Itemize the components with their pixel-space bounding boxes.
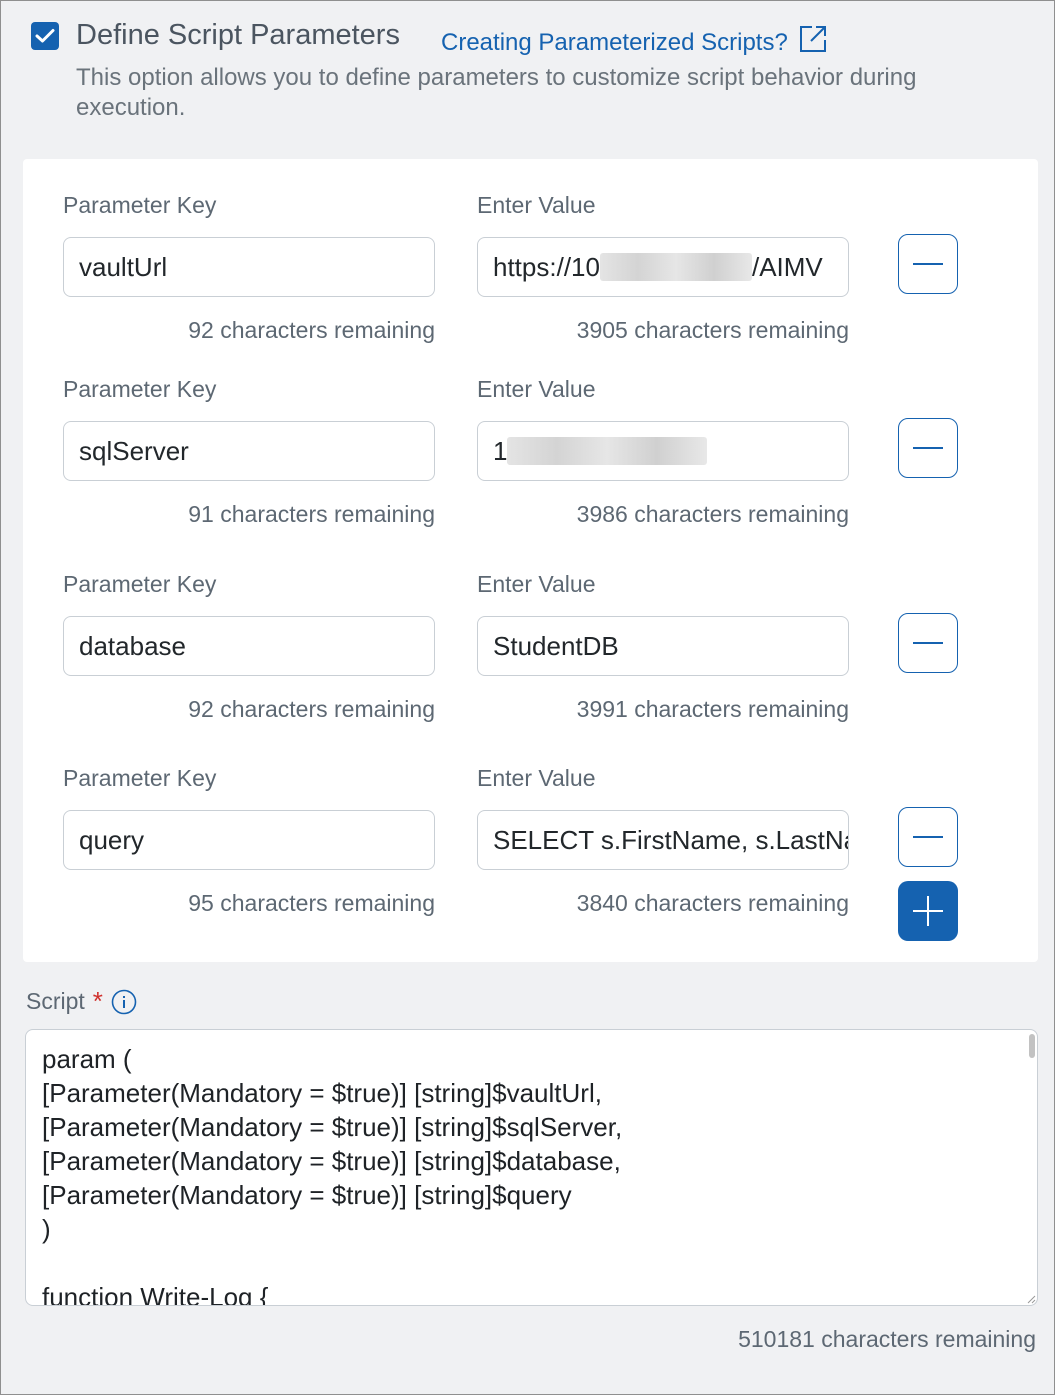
parameter-value-prefix: StudentDB <box>493 630 619 661</box>
parameter-key-label: Parameter Key <box>63 765 217 791</box>
script-content: param ( [Parameter(Mandatory = $true)] [… <box>42 1044 623 1306</box>
parameter-key-label: Parameter Key <box>63 192 217 218</box>
required-marker: * <box>92 986 103 1016</box>
key-characters-remaining: 95 characters remaining <box>188 890 435 916</box>
add-parameter-button[interactable] <box>898 881 958 941</box>
info-icon[interactable] <box>111 989 137 1015</box>
parameter-key-input[interactable]: query <box>63 810 435 870</box>
parameter-key-value: query <box>79 824 145 855</box>
redacted-value <box>599 253 752 281</box>
parameter-key-input[interactable]: database <box>63 616 435 676</box>
parameter-key-value: sqlServer <box>79 435 189 466</box>
parameter-value-suffix: /AIMV <box>751 251 823 282</box>
key-characters-remaining: 91 characters remaining <box>188 501 435 527</box>
plus-icon <box>913 896 943 926</box>
parameter-key-label: Parameter Key <box>63 376 217 402</box>
value-characters-remaining: 3905 characters remaining <box>576 317 849 343</box>
script-editor[interactable]: param ( [Parameter(Mandatory = $true)] [… <box>25 1029 1038 1306</box>
parameter-value-prefix: SELECT s.FirstName, s.LastName <box>493 824 848 855</box>
define-parameters-checkbox[interactable] <box>31 22 59 50</box>
parameter-value-label: Enter Value <box>477 571 596 597</box>
parameter-value-label: Enter Value <box>477 765 596 791</box>
parameter-key-input[interactable]: vaultUrl <box>63 237 435 297</box>
parameter-value-input[interactable]: 1 <box>477 421 849 481</box>
remove-parameter-button[interactable] <box>898 234 958 294</box>
checkmark-icon <box>35 29 55 43</box>
parameter-key-label: Parameter Key <box>63 571 217 597</box>
value-characters-remaining: 3840 characters remaining <box>576 890 849 916</box>
option-description: This option allows you to define paramet… <box>76 64 917 121</box>
parameters-card: Parameter Key Enter Value vaultUrl https… <box>23 159 1038 962</box>
parameter-value-label: Enter Value <box>477 192 596 218</box>
script-label-text: Script <box>26 988 85 1014</box>
parameter-row: Parameter Key Enter Value vaultUrl https… <box>23 192 1038 382</box>
parameter-key-value: database <box>79 630 186 661</box>
minus-icon <box>913 263 943 265</box>
script-characters-remaining: 510181 characters remaining <box>738 1326 1036 1352</box>
script-label: Script * <box>26 986 137 1017</box>
parameter-value-prefix: 1 <box>493 435 508 466</box>
parameter-key-value: vaultUrl <box>79 251 168 282</box>
resize-grip-icon[interactable] <box>1026 1294 1036 1304</box>
parameter-value-label: Enter Value <box>477 376 596 402</box>
value-characters-remaining: 3991 characters remaining <box>576 696 849 722</box>
parameter-value-input[interactable]: StudentDB <box>477 616 849 676</box>
minus-icon <box>913 642 943 644</box>
help-link-label: Creating Parameterized Scripts? <box>441 29 788 56</box>
parameter-value-input[interactable]: SELECT s.FirstName, s.LastName <box>477 810 849 870</box>
remove-parameter-button[interactable] <box>898 807 958 867</box>
remove-parameter-button[interactable] <box>898 418 958 478</box>
remove-parameter-button[interactable] <box>898 613 958 673</box>
parameter-row: Parameter Key Enter Value sqlServer 1 91… <box>23 376 1038 566</box>
script-parameters-panel: Define Script Parameters Creating Parame… <box>0 0 1055 1395</box>
external-link-icon <box>799 26 826 52</box>
parameter-value-input[interactable]: https://10/AIMV <box>477 237 849 297</box>
help-link[interactable]: Creating Parameterized Scripts? <box>441 26 828 57</box>
parameter-row: Parameter Key Enter Value query SELECT s… <box>23 765 1038 955</box>
parameter-value-prefix: https://10 <box>493 251 600 282</box>
value-characters-remaining: 3986 characters remaining <box>576 501 849 527</box>
minus-icon <box>913 836 943 838</box>
option-title: Define Script Parameters <box>76 19 400 51</box>
parameter-key-input[interactable]: sqlServer <box>63 421 435 481</box>
scrollbar-thumb[interactable] <box>1029 1034 1035 1058</box>
redacted-value <box>507 437 708 465</box>
key-characters-remaining: 92 characters remaining <box>188 317 435 343</box>
parameter-row: Parameter Key Enter Value database Stude… <box>23 571 1038 761</box>
minus-icon <box>913 447 943 449</box>
key-characters-remaining: 92 characters remaining <box>188 696 435 722</box>
